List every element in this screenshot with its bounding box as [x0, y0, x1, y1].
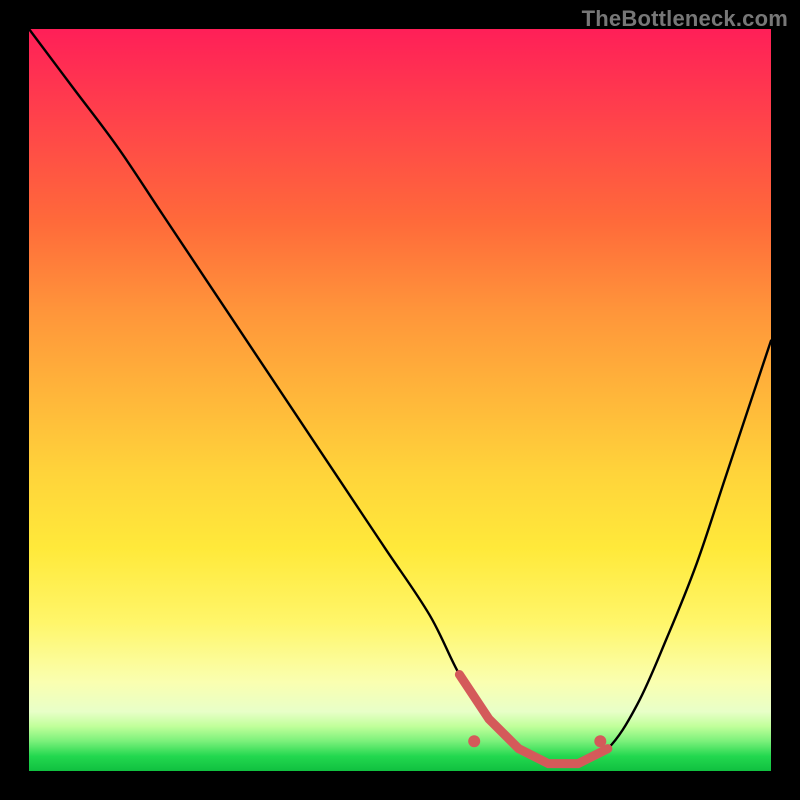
bottleneck-curve — [29, 29, 771, 771]
valley-highlight — [459, 675, 607, 764]
curve-path — [29, 29, 771, 766]
range-start-marker — [468, 735, 480, 747]
chart-frame: TheBottleneck.com — [0, 0, 800, 800]
plot-area — [29, 29, 771, 771]
